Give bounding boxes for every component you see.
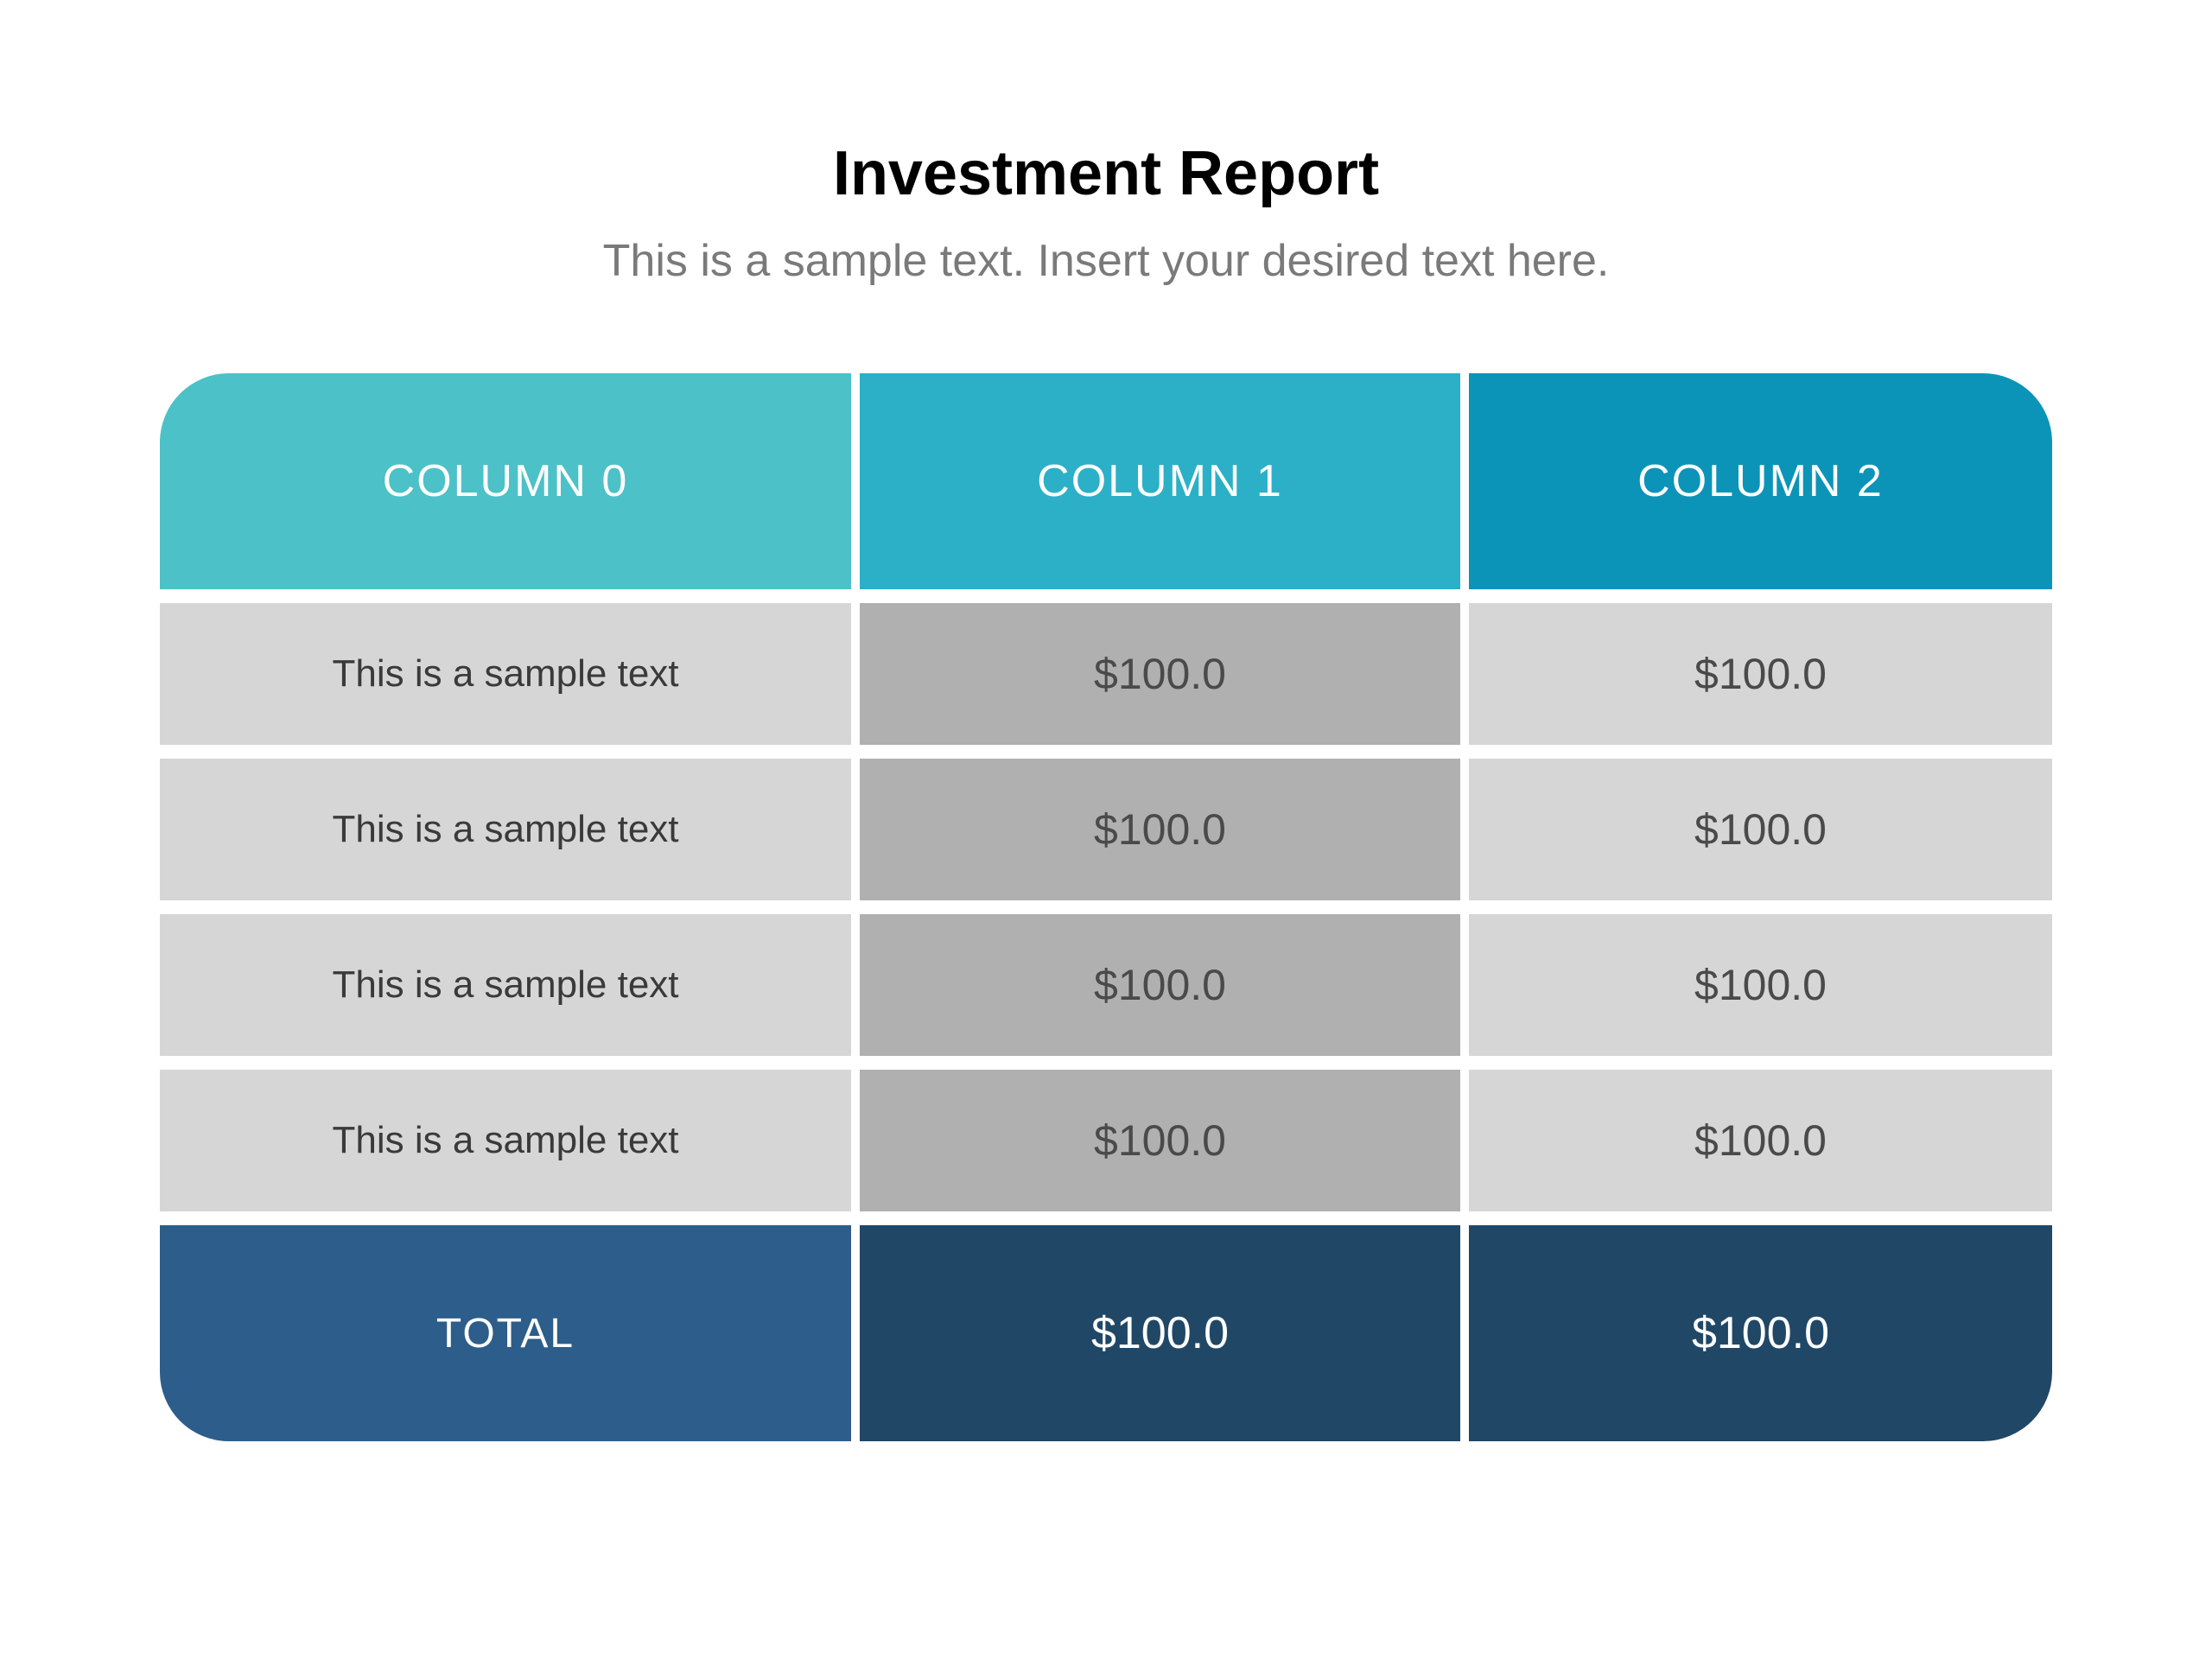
row-label: This is a sample text bbox=[160, 1070, 851, 1211]
row-col2-value: $100.0 bbox=[1469, 914, 2052, 1056]
row-col2-value: $100.0 bbox=[1469, 603, 2052, 745]
page-subtitle: This is a sample text. Insert your desir… bbox=[603, 235, 1610, 287]
row-col2-value: $100.0 bbox=[1469, 1070, 2052, 1211]
row-col1-value: $100.0 bbox=[860, 914, 1460, 1056]
row-col2-value: $100.0 bbox=[1469, 759, 2052, 900]
total-label: TOTAL bbox=[160, 1225, 851, 1441]
table-header-col2: COLUMN 2 bbox=[1469, 373, 2052, 589]
row-col1-value: $100.0 bbox=[860, 603, 1460, 745]
total-col2-value: $100.0 bbox=[1469, 1225, 2052, 1441]
table-header-row: COLUMN 0 COLUMN 1 COLUMN 2 bbox=[160, 373, 2052, 589]
table-row: This is a sample text $100.0 $100.0 bbox=[160, 759, 2052, 900]
row-label: This is a sample text bbox=[160, 914, 851, 1056]
row-label: This is a sample text bbox=[160, 759, 851, 900]
row-col1-value: $100.0 bbox=[860, 759, 1460, 900]
table-header-col0: COLUMN 0 bbox=[160, 373, 851, 589]
table-row: This is a sample text $100.0 $100.0 bbox=[160, 914, 2052, 1056]
page-title: Investment Report bbox=[833, 138, 1379, 209]
table-header-col1: COLUMN 1 bbox=[860, 373, 1460, 589]
total-col1-value: $100.0 bbox=[860, 1225, 1460, 1441]
table-total-row: TOTAL $100.0 $100.0 bbox=[160, 1225, 2052, 1441]
report-table: COLUMN 0 COLUMN 1 COLUMN 2 This is a sam… bbox=[160, 373, 2052, 1441]
row-col1-value: $100.0 bbox=[860, 1070, 1460, 1211]
table-row: This is a sample text $100.0 $100.0 bbox=[160, 603, 2052, 745]
table-row: This is a sample text $100.0 $100.0 bbox=[160, 1070, 2052, 1211]
row-label: This is a sample text bbox=[160, 603, 851, 745]
